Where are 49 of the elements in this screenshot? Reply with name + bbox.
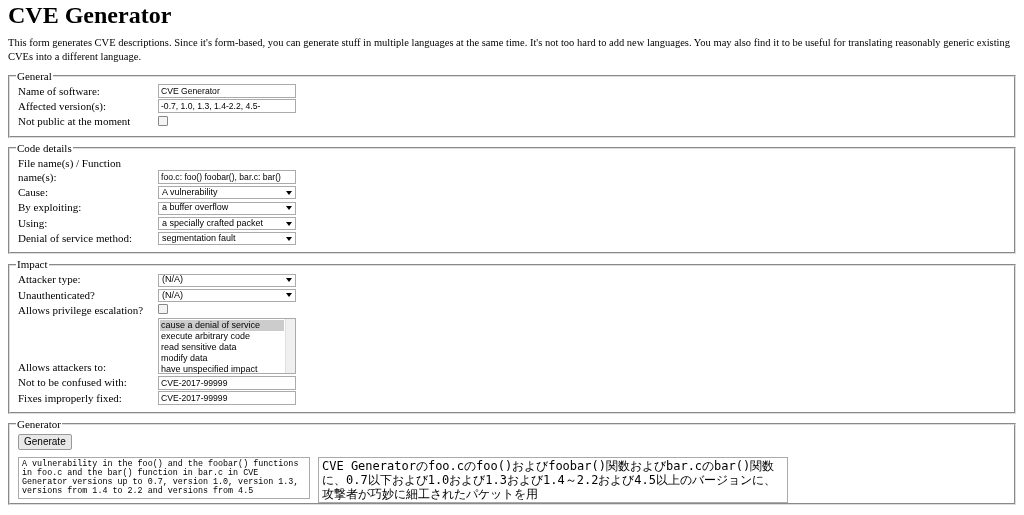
caret-icon [286, 190, 292, 195]
field-label: Affected version(s): [18, 98, 108, 114]
fieldset-legend: Impact [16, 259, 49, 271]
input-field[interactable]: -0.7, 1.0, 1.3, 1.4-2.2, 4.5- [158, 99, 296, 114]
list-option[interactable]: execute arbitrary code [160, 331, 284, 343]
dropdown[interactable]: a specially crafted packet [158, 217, 296, 230]
caret-icon [286, 221, 292, 226]
field-label: Allows privilege escalation? [18, 302, 145, 318]
scrollbar[interactable] [285, 319, 295, 374]
field-label: File name(s) / Function name(s): [18, 155, 122, 185]
field-label: Using: [18, 215, 49, 230]
dropdown[interactable]: a buffer overflow [158, 201, 296, 215]
field-label: Denial of service method: [18, 231, 133, 246]
input-field[interactable]: CVE Generator [158, 83, 296, 98]
input-field[interactable]: foo.c: foo() foobar(), bar.c: bar() [158, 170, 296, 185]
caret-icon [286, 236, 292, 241]
field-label: Not public at the moment [18, 114, 132, 129]
caret-icon [286, 278, 292, 283]
field-label: Fixes improperly fixed: [18, 390, 123, 405]
fieldset-legend: Generator [16, 418, 62, 430]
caret-icon [286, 293, 292, 298]
caret-icon [286, 206, 292, 211]
list-option[interactable]: have unspecified impact [160, 364, 284, 376]
dropdown[interactable]: segmentation fault [158, 232, 296, 246]
fieldset-legend: Code details [16, 142, 73, 154]
dropdown[interactable]: (N/A) [158, 273, 296, 287]
page-title: CVE Generator [8, 2, 173, 29]
list-option[interactable]: read sensitive data [160, 342, 284, 354]
checkbox[interactable] [158, 304, 168, 315]
list-option[interactable]: modify data [160, 353, 284, 365]
checkbox[interactable] [158, 115, 168, 126]
field-label: Cause: [18, 185, 49, 200]
field-label: Not to be confused with: [18, 375, 128, 390]
input-field[interactable]: CVE-2017-99999 [158, 375, 296, 390]
field-label: Allows attackers to: [18, 359, 107, 375]
input-field[interactable]: CVE-2017-99999 [158, 390, 296, 405]
intro-text: This form generates CVE descriptions. Since it's form-based, you can generate stuff in multiple languages at the same time. It's not too hard to add new languages. You may also find it to be useful for translating reasonably generic existing CVEs into a different language. [8, 36, 1011, 63]
output-text-area[interactable]: CVE Generatorのfoo.cのfoo()およびfoobar()関数およびbar.cのbar()関数に、0.7以下および1.0および1.3および1.4～2.2および4.5以上のバージョンに、攻撃者が巧妙に細工されたパケットを用 [318, 456, 788, 503]
generate-button[interactable]: Generate [18, 433, 72, 450]
dropdown[interactable]: (N/A) [158, 288, 296, 302]
field-label: By exploiting: [18, 200, 83, 215]
field-label: Name of software: [18, 83, 101, 98]
list-option[interactable]: cause a denial of service [160, 320, 284, 332]
field-label: Unauthenticated? [18, 287, 96, 302]
output-text-area[interactable]: A vulnerability in the foo() and the foobar() functions in foo.c and the bar() function in bar.c in CVE Generator versions up to 0.7, version 1.0, version 1.3, versions from 1.4 to 2.2 and versions from 4.5 [18, 456, 310, 499]
field-label: Attacker type: [18, 272, 82, 287]
fieldset-legend: General [16, 70, 53, 82]
dropdown[interactable]: A vulnerability [158, 186, 296, 200]
listbox[interactable]: cause a denial of service execute arbitrary code read sensitive data modify data have unspecified impact [158, 318, 296, 375]
